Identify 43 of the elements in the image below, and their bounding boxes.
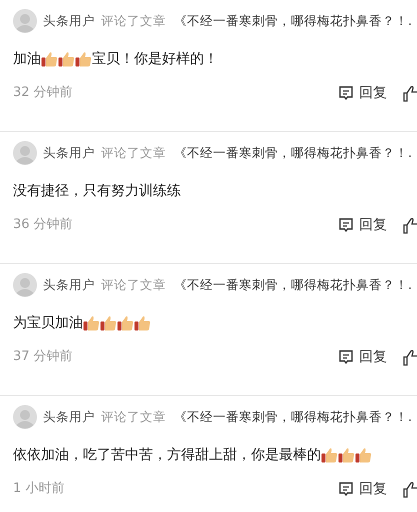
comment-icon	[338, 217, 354, 233]
action-text: 评论了文章	[101, 408, 166, 426]
thumbs-up-icon	[41, 51, 58, 67]
article-link[interactable]: 《不经一番寒刺骨，哪得梅花扑鼻香？！.	[174, 408, 412, 426]
comment-text: 依依加油，吃了苦中苦，方得甜上甜，你是最棒的	[13, 446, 321, 464]
thumbs-up-icon	[355, 447, 372, 463]
thumbs-up-icon	[117, 315, 134, 331]
thumbs-up-icon	[100, 315, 117, 331]
comment-icon	[338, 85, 354, 101]
reply-button[interactable]: 回复	[338, 82, 387, 104]
thumbs-up-icon	[321, 447, 338, 463]
username[interactable]: 头条用户	[43, 276, 95, 294]
timestamp: 32 分钟前	[13, 84, 73, 102]
username[interactable]: 头条用户	[43, 408, 95, 426]
username[interactable]: 头条用户	[43, 144, 95, 162]
article-link[interactable]: 《不经一番寒刺骨，哪得梅花扑鼻香？！.	[174, 12, 412, 30]
username[interactable]: 头条用户	[43, 12, 95, 30]
article-link[interactable]: 《不经一番寒刺骨，哪得梅花扑鼻香？！.	[174, 276, 412, 294]
action-text: 评论了文章	[101, 144, 166, 162]
reply-button[interactable]: 回复	[338, 478, 387, 500]
action-text: 评论了文章	[101, 276, 166, 294]
thumbs-up-icon	[83, 315, 100, 331]
thumbs-up-icon[interactable]	[403, 480, 417, 498]
thumbs-up-icon[interactable]	[403, 84, 417, 102]
comment-text: 为宝贝加油	[13, 314, 83, 332]
thumbs-up-icon	[58, 51, 75, 67]
comment-icon	[338, 349, 354, 365]
thumbs-up-icon	[75, 51, 92, 67]
article-link[interactable]: 《不经一番寒刺骨，哪得梅花扑鼻香？！.	[174, 144, 412, 162]
thumbs-up-icon	[338, 447, 355, 463]
comment-icon	[338, 481, 354, 497]
thumbs-up-icon	[134, 315, 151, 331]
action-text: 评论了文章	[101, 12, 166, 30]
reply-button[interactable]: 回复	[338, 214, 387, 236]
thumbs-up-icon[interactable]	[403, 348, 417, 366]
comment-text: 加油	[13, 50, 41, 68]
timestamp: 36 分钟前	[13, 216, 73, 234]
timestamp: 1 小时前	[13, 480, 64, 498]
thumbs-up-icon[interactable]	[403, 216, 417, 234]
comment-text: 宝贝！你是好样的！	[92, 50, 218, 68]
timestamp: 37 分钟前	[13, 348, 73, 366]
comment-text: 没有捷径，只有努力训练练	[13, 182, 181, 200]
reply-button[interactable]: 回复	[338, 346, 387, 368]
